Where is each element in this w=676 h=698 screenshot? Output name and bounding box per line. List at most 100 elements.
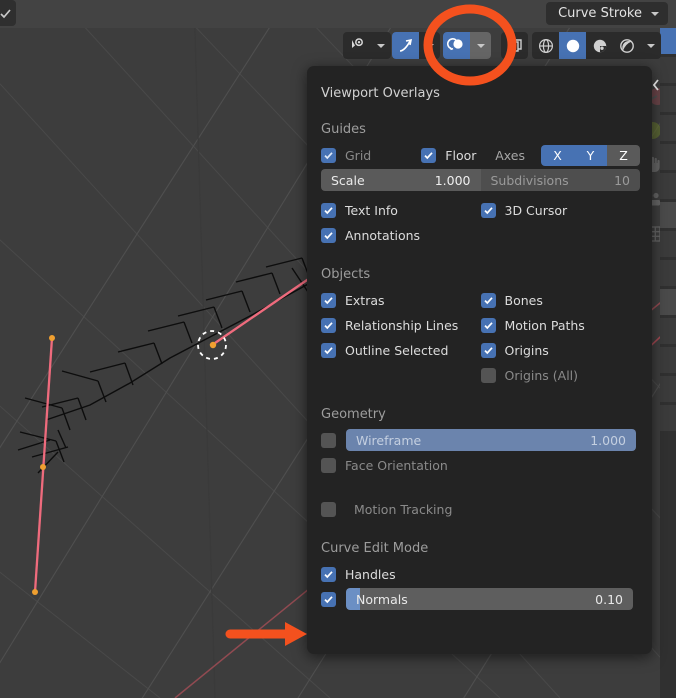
toolbar-group-overlays (443, 32, 491, 59)
properties-editor-tabstrip[interactable] (660, 28, 676, 698)
wireframe-checkbox-box[interactable] (321, 432, 336, 448)
overlays-icon[interactable] (443, 32, 470, 59)
curve-spline (17, 257, 311, 474)
motion-paths-label: Motion Paths (504, 317, 585, 333)
grid-checkbox-box[interactable] (321, 147, 336, 163)
object-visibility-icon[interactable] (343, 32, 370, 59)
visibility-dropdown-chevron[interactable] (370, 32, 391, 59)
checkbox-text-info[interactable]: Text Info (321, 202, 481, 218)
property-tab-viewlayer[interactable] (660, 115, 676, 141)
geometry-row-wireframe: Wireframe 1.000 (321, 429, 640, 451)
proportional-edit-icon[interactable] (392, 32, 419, 59)
guides-row-grid-floor-axes: Grid Floor Axes X Y Z (321, 144, 640, 166)
checkbox-origins[interactable]: Origins (480, 342, 641, 358)
grid-scale-field[interactable]: Scale 1.000 (321, 169, 481, 191)
floor-label: Floor (445, 147, 477, 163)
chevron-down-icon (425, 43, 434, 48)
checkbox-floor[interactable]: Floor (421, 147, 486, 163)
axes-toggle-group: X Y Z (541, 144, 640, 166)
material-preview-icon[interactable] (586, 32, 613, 59)
annotations-checkbox-box[interactable] (321, 227, 336, 243)
extras-checkbox-box[interactable] (321, 292, 336, 308)
xray-toggle-icon[interactable] (501, 32, 528, 59)
relationship-lines-checkbox-box[interactable] (321, 317, 336, 333)
text-info-label: Text Info (345, 202, 398, 218)
section-heading-geometry: Geometry (321, 407, 386, 422)
handles-label: Handles (345, 566, 396, 582)
wireframe-label: Wireframe (356, 432, 422, 448)
property-tab-texture[interactable] (660, 405, 676, 431)
solid-shading-icon[interactable] (559, 32, 586, 59)
normals-label: Normals (356, 591, 408, 607)
row-motion-tracking: Motion Tracking (321, 498, 640, 520)
checkbox-outline-selected[interactable]: Outline Selected (321, 342, 481, 358)
sidebar-collapse-arrow[interactable] (651, 78, 661, 96)
normals-slider[interactable]: Normals 0.10 (346, 588, 633, 610)
outline-selected-checkbox-box[interactable] (321, 342, 336, 358)
property-tab-object[interactable] (660, 202, 676, 228)
chevron-down-icon (376, 43, 385, 48)
checkbox-relationship-lines[interactable]: Relationship Lines (321, 317, 481, 333)
toolbar-group-proportional-editing (392, 32, 440, 59)
motion-paths-checkbox-box[interactable] (480, 317, 496, 333)
property-tab-data[interactable] (660, 347, 676, 373)
rendered-shading-icon[interactable] (613, 32, 640, 59)
objects-row-origins-all: Origins (All) (321, 364, 640, 386)
axis-toggle-x[interactable]: X (541, 144, 574, 166)
checkbox-grid[interactable]: Grid (321, 147, 421, 163)
mode-select-dropdown[interactable]: Curve Stroke (546, 2, 668, 25)
section-heading-curve-edit-mode: Curve Edit Mode (321, 541, 429, 556)
checkbox-annotations[interactable]: Annotations (321, 227, 486, 243)
shading-dropdown-chevron[interactable] (640, 32, 661, 59)
face-orientation-checkbox-box[interactable] (321, 457, 336, 473)
grid-subdivisions-field[interactable]: Subdivisions 10 (480, 169, 640, 191)
extras-label: Extras (345, 292, 385, 308)
origins-all-checkbox-box[interactable] (480, 367, 496, 383)
property-tab-scene[interactable] (660, 144, 676, 170)
origins-checkbox-box[interactable] (480, 342, 496, 358)
checkmark-icon[interactable] (0, 0, 16, 26)
property-tab-output[interactable] (660, 86, 676, 112)
bones-checkbox-box[interactable] (480, 292, 496, 308)
grid-scale-value: 1.000 (434, 172, 471, 188)
grid-scale-label: Scale (331, 172, 365, 188)
grid-subdivisions-label: Subdivisions (490, 172, 569, 188)
viewport-header: Curve Stroke (0, 0, 676, 28)
overlays-dropdown-chevron[interactable] (470, 32, 491, 59)
section-heading-objects: Objects (321, 267, 371, 282)
text-info-checkbox-box[interactable] (321, 202, 336, 218)
curve-control-points (32, 335, 217, 595)
motion-tracking-checkbox-box[interactable] (321, 501, 336, 517)
proportional-dropdown-chevron[interactable] (419, 32, 440, 59)
property-tab-constraints[interactable] (660, 318, 676, 344)
floor-checkbox-box[interactable] (421, 147, 437, 163)
toolbar-group-xray (501, 32, 528, 59)
popover-title: Viewport Overlays (321, 86, 440, 101)
property-tab-physics[interactable] (660, 289, 676, 315)
objects-row-outline-origins: Outline Selected Origins (321, 339, 640, 361)
wireframe-shading-icon[interactable] (532, 32, 559, 59)
property-tab-world[interactable] (660, 173, 676, 199)
normals-checkbox-box[interactable] (321, 591, 336, 607)
checkbox-origins-all[interactable]: Origins (All) (480, 367, 641, 383)
axis-toggle-z[interactable]: Z (607, 144, 640, 166)
3d-cursor-checkbox-box[interactable] (480, 202, 496, 218)
relationship-lines-label: Relationship Lines (345, 317, 459, 333)
chevron-down-icon (476, 43, 485, 48)
property-tab-modifiers[interactable] (660, 231, 676, 257)
chevron-down-icon (651, 11, 659, 16)
checkbox-3d-cursor[interactable]: 3D Cursor (480, 202, 641, 218)
section-heading-guides: Guides (321, 122, 366, 137)
checkbox-extras[interactable]: Extras (321, 292, 481, 308)
property-tab-material[interactable] (660, 376, 676, 402)
property-tab-particles[interactable] (660, 260, 676, 286)
checkbox-motion-paths[interactable]: Motion Paths (480, 317, 641, 333)
handles-checkbox-box[interactable] (321, 566, 336, 582)
guides-row-scale-subdivisions: Scale 1.000 Subdivisions 10 (321, 169, 640, 191)
checkbox-bones[interactable]: Bones (480, 292, 641, 308)
origins-all-label: Origins (All) (504, 367, 579, 383)
axis-toggle-y[interactable]: Y (574, 144, 607, 166)
outline-selected-label: Outline Selected (345, 342, 449, 358)
wireframe-slider[interactable]: Wireframe 1.000 (346, 429, 636, 451)
wireframe-value: 1.000 (590, 432, 626, 448)
